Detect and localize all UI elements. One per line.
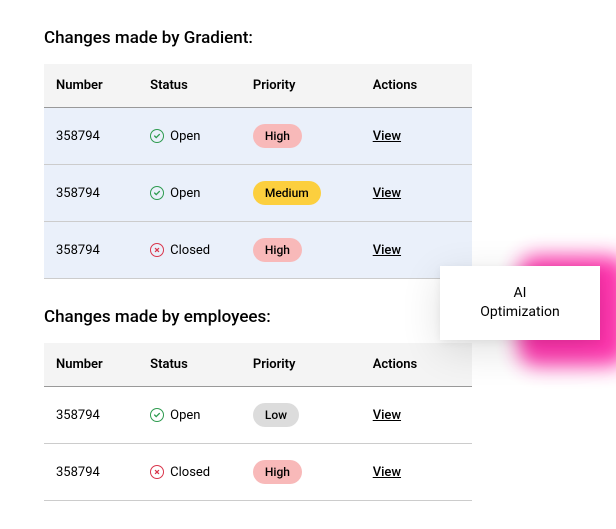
status-label: Open (170, 408, 200, 423)
cell-actions: View (361, 387, 472, 444)
callout-line2: Optimization (456, 303, 584, 322)
cell-priority: Medium (241, 165, 361, 222)
check-circle-icon (150, 408, 164, 422)
ai-optimization-callout: AI Optimization (440, 266, 600, 340)
table-row: 358794 Open Low View (44, 387, 472, 444)
cell-priority: High (241, 222, 361, 279)
col-header-actions: Actions (361, 343, 472, 387)
cell-priority: Low (241, 387, 361, 444)
check-circle-icon (150, 129, 164, 143)
check-circle-icon (150, 186, 164, 200)
cell-status: Closed (138, 444, 241, 501)
cell-number: 358794 (44, 222, 138, 279)
priority-badge: High (253, 124, 302, 148)
callout-line1: AI (456, 284, 584, 303)
section-title-gradient: Changes made by Gradient: (44, 28, 472, 48)
changes-card: Changes made by Gradient: Number Status … (8, 0, 508, 529)
cell-status: Open (138, 108, 241, 165)
priority-badge: High (253, 460, 302, 484)
status-label: Open (170, 129, 200, 144)
cell-status: Open (138, 387, 241, 444)
priority-badge: High (253, 238, 302, 262)
priority-badge: Medium (253, 181, 321, 205)
col-header-priority: Priority (241, 343, 361, 387)
x-circle-icon (150, 465, 164, 479)
table-employees: Number Status Priority Actions 358794 Op… (44, 343, 472, 501)
cell-priority: High (241, 444, 361, 501)
cell-number: 358794 (44, 387, 138, 444)
status-label: Closed (170, 243, 210, 258)
table-row: 358794 Open High View (44, 108, 472, 165)
col-header-status: Status (138, 64, 241, 108)
table-row: 358794 Closed High View (44, 444, 472, 501)
table-gradient: Number Status Priority Actions 358794 Op… (44, 64, 472, 279)
col-header-priority: Priority (241, 64, 361, 108)
priority-badge: Low (253, 403, 299, 427)
col-header-number: Number (44, 343, 138, 387)
col-header-status: Status (138, 343, 241, 387)
status-label: Closed (170, 465, 210, 480)
view-link[interactable]: View (373, 129, 401, 144)
x-circle-icon (150, 243, 164, 257)
cell-actions: View (361, 444, 472, 501)
cell-actions: View (361, 165, 472, 222)
col-header-number: Number (44, 64, 138, 108)
cell-actions: View (361, 108, 472, 165)
cell-status: Open (138, 165, 241, 222)
cell-number: 358794 (44, 108, 138, 165)
view-link[interactable]: View (373, 186, 401, 201)
view-link[interactable]: View (373, 465, 401, 480)
table-row: 358794 Open Medium View (44, 165, 472, 222)
col-header-actions: Actions (361, 64, 472, 108)
section-title-employees: Changes made by employees: (44, 307, 472, 327)
cell-priority: High (241, 108, 361, 165)
view-link[interactable]: View (373, 243, 401, 258)
cell-number: 358794 (44, 444, 138, 501)
section-gradient: Changes made by Gradient: Number Status … (44, 28, 472, 279)
table-row: 358794 Closed High View (44, 222, 472, 279)
cell-number: 358794 (44, 165, 138, 222)
view-link[interactable]: View (373, 408, 401, 423)
section-employees: Changes made by employees: Number Status… (44, 307, 472, 501)
cell-status: Closed (138, 222, 241, 279)
status-label: Open (170, 186, 200, 201)
